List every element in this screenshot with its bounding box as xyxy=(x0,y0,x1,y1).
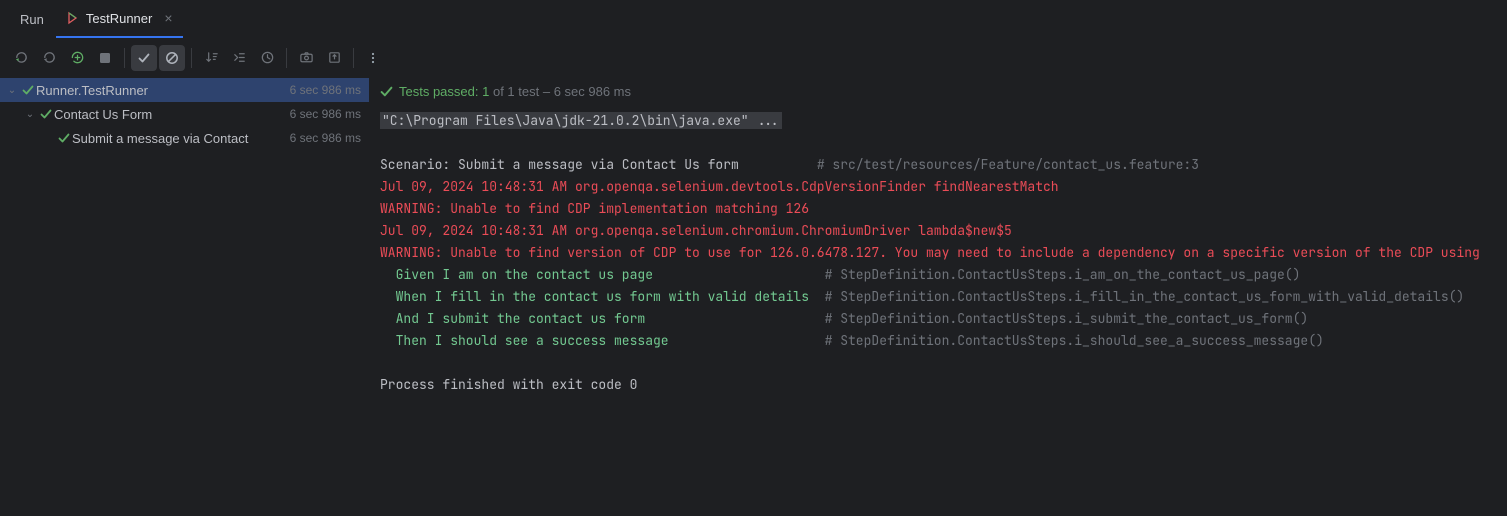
toolbar-separator xyxy=(124,48,125,68)
stop-button[interactable] xyxy=(92,45,118,71)
status-duration: 6 sec 986 ms xyxy=(554,84,631,99)
tree-node-time: 6 sec 986 ms xyxy=(284,83,361,97)
tab-testrunner[interactable]: TestRunner × xyxy=(56,0,183,38)
console-src: # StepDefinition.ContactUsSteps.i_am_on_… xyxy=(825,266,1301,283)
console-step: When I fill in the contact us form with … xyxy=(380,288,817,305)
status-of-text: of 1 test – xyxy=(489,84,553,99)
run-label: Run xyxy=(8,0,56,38)
run-config-icon xyxy=(64,10,80,26)
chevron-down-icon[interactable]: ⌄ xyxy=(22,109,38,120)
show-ignored-button[interactable] xyxy=(159,45,185,71)
tree-child-row[interactable]: ⌄ Contact Us Form 6 sec 986 ms xyxy=(0,102,369,126)
tab-bar: Run TestRunner × xyxy=(0,0,1507,38)
tree-node-name: Runner.TestRunner xyxy=(36,83,284,98)
console-warning: Jul 09, 2024 10:48:31 AM org.openqa.sele… xyxy=(380,178,1059,195)
tree-leaf-row[interactable]: Submit a message via Contact 6 sec 986 m… xyxy=(0,126,369,150)
rerun-failed-button[interactable] xyxy=(36,45,62,71)
passed-icon xyxy=(38,108,54,120)
tree-node-time: 6 sec 986 ms xyxy=(284,131,361,145)
console-warning: WARNING: Unable to find version of CDP t… xyxy=(380,244,1480,261)
tree-node-time: 6 sec 986 ms xyxy=(284,107,361,121)
console-output[interactable]: "C:\Program Files\Java\jdk-21.0.2\bin\ja… xyxy=(370,106,1507,516)
passed-icon xyxy=(380,85,393,98)
export-button[interactable] xyxy=(321,45,347,71)
console-src: # StepDefinition.ContactUsSteps.i_fill_i… xyxy=(817,288,1464,305)
show-passed-button[interactable] xyxy=(131,45,157,71)
output-panel: Tests passed: 1 of 1 test – 6 sec 986 ms… xyxy=(370,78,1507,516)
console-step: And I submit the contact us form xyxy=(380,310,825,327)
main-split: ⌄ Runner.TestRunner 6 sec 986 ms ⌄ Conta… xyxy=(0,78,1507,516)
tree-node-name: Contact Us Form xyxy=(54,107,284,122)
toolbar-separator xyxy=(353,48,354,68)
more-button[interactable] xyxy=(360,45,386,71)
console-command: "C:\Program Files\Java\jdk-21.0.2\bin\ja… xyxy=(380,112,782,129)
rerun-button[interactable] xyxy=(8,45,34,71)
expand-all-button[interactable] xyxy=(226,45,252,71)
console-src: # src/test/resources/Feature/contact_us.… xyxy=(817,156,1199,173)
chevron-down-icon[interactable]: ⌄ xyxy=(4,85,20,96)
history-button[interactable] xyxy=(254,45,280,71)
console-step: Then I should see a success message xyxy=(380,332,825,349)
test-tree-panel[interactable]: ⌄ Runner.TestRunner 6 sec 986 ms ⌄ Conta… xyxy=(0,78,370,516)
toolbar xyxy=(0,38,1507,78)
console-src: # StepDefinition.ContactUsSteps.i_should… xyxy=(825,332,1324,349)
console-warning: Jul 09, 2024 10:48:31 AM org.openqa.sele… xyxy=(380,222,1012,239)
tree-node-name: Submit a message via Contact xyxy=(72,131,284,146)
console-step: Given I am on the contact us page xyxy=(380,266,825,283)
console-line: Scenario: Submit a message via Contact U… xyxy=(380,156,817,173)
tree-root-row[interactable]: ⌄ Runner.TestRunner 6 sec 986 ms xyxy=(0,78,369,102)
console-exit: Process finished with exit code 0 xyxy=(380,376,637,393)
toggle-auto-test-button[interactable] xyxy=(64,45,90,71)
status-prefix: Tests passed: xyxy=(399,84,479,99)
screenshot-button[interactable] xyxy=(293,45,319,71)
passed-icon xyxy=(56,132,72,144)
console-warning: WARNING: Unable to find CDP implementati… xyxy=(380,200,809,217)
passed-icon xyxy=(20,84,36,96)
toolbar-separator xyxy=(191,48,192,68)
toolbar-separator xyxy=(286,48,287,68)
sort-button[interactable] xyxy=(198,45,224,71)
close-icon[interactable]: × xyxy=(164,11,172,25)
tab-title: TestRunner xyxy=(86,11,152,26)
console-src: # StepDefinition.ContactUsSteps.i_submit… xyxy=(825,310,1309,327)
test-status-bar: Tests passed: 1 of 1 test – 6 sec 986 ms xyxy=(370,78,1507,106)
